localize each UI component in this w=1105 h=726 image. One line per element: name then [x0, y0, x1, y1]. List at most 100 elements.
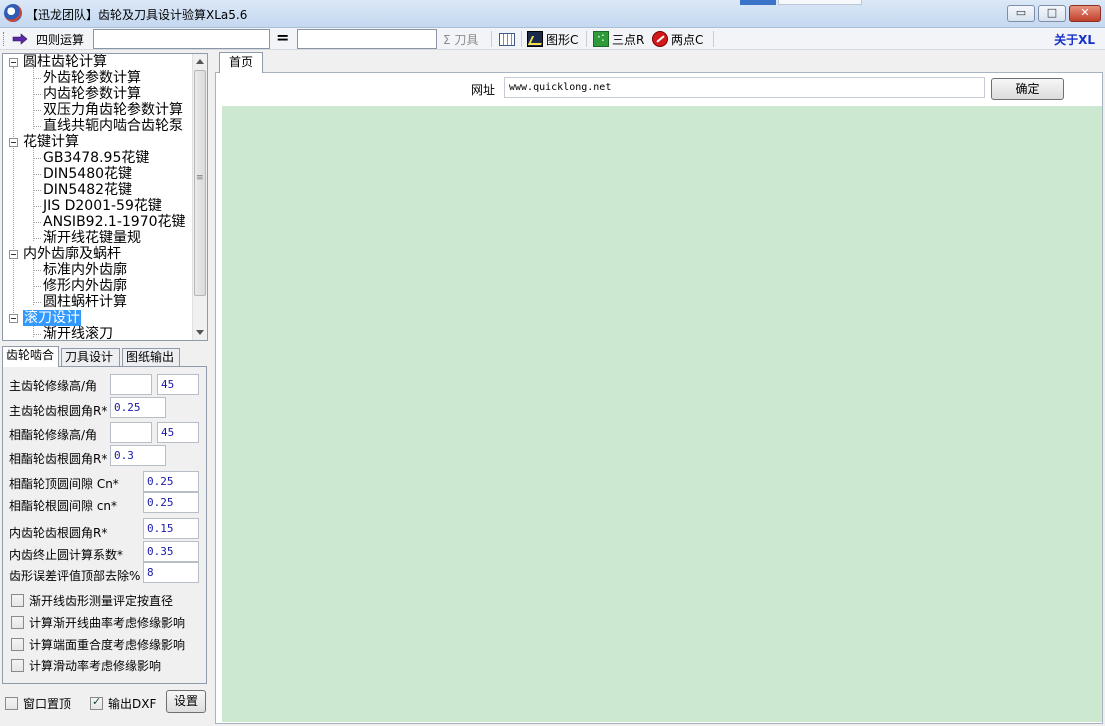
tree-line [33, 174, 41, 175]
checkbox-box[interactable] [5, 697, 18, 710]
inner-root-label: 内齿轮齿根圆角R* [9, 526, 108, 540]
tree-expander[interactable] [9, 138, 18, 147]
tree-line [33, 334, 41, 335]
tree-group-cylindrical-gear[interactable]: 圆柱齿轮计算 [23, 54, 107, 70]
checkbox-measure-by-diameter[interactable]: 渐开线齿形测量评定按直径 [11, 592, 173, 609]
tree-expander[interactable] [9, 58, 18, 67]
tree-content: 圆柱齿轮计算 外齿轮参数计算 内齿轮参数计算 双压力角齿轮参数计算 直线共轭内啮… [3, 54, 193, 340]
main-root-fillet-input[interactable] [110, 397, 166, 418]
result-input[interactable] [297, 29, 437, 49]
tree-item-modified-profile[interactable]: 修形内外齿廓 [43, 278, 127, 294]
tree-line [33, 259, 34, 305]
url-label: 网址 [471, 83, 496, 97]
profile-error-label: 齿形误差评值顶部去除% [9, 569, 141, 583]
title-bar: 【迅龙团队】齿轮及刀具设计验算XLa5.6 ▭ □ ✕ [0, 0, 1105, 28]
tree-line [33, 270, 41, 271]
three-point-icon [593, 30, 609, 47]
tree-item-ansib92[interactable]: ANSIB92.1-1970花键 [43, 214, 186, 230]
tree-group-hob-design[interactable]: 滚刀设计 [23, 310, 81, 326]
maximize-button[interactable]: □ [1038, 5, 1066, 22]
checkbox-box[interactable] [11, 659, 24, 672]
tree-item-gear-pump[interactable]: 直线共轭内啮合齿轮泵 [43, 118, 183, 134]
tree-group-spline[interactable]: 花键计算 [23, 134, 79, 150]
profile-error-input[interactable] [143, 562, 199, 583]
root-clearance-label: 相酯轮根圆间隙 cn* [9, 499, 118, 513]
tree-item-internal-gear[interactable]: 内齿轮参数计算 [43, 86, 141, 102]
mate-tip-label: 相酯轮修缘高/角 [9, 428, 98, 442]
tree-item-din5482[interactable]: DIN5482花键 [43, 182, 132, 198]
toolbar-grip[interactable] [3, 32, 6, 46]
tab-tool-design[interactable]: 刀具设计 [61, 348, 120, 366]
tree-line [33, 190, 41, 191]
expression-input[interactable] [93, 29, 270, 49]
mate-tip-height-input[interactable] [110, 422, 152, 443]
checkbox-box-checked[interactable] [90, 695, 103, 710]
two-point-button[interactable]: 两点C [652, 30, 703, 48]
tree-item-din5480[interactable]: DIN5480花键 [43, 166, 132, 182]
table-button[interactable] [499, 30, 515, 48]
taskbar-indicator-secondary [778, 0, 862, 5]
checkbox-window-topmost[interactable]: 窗口置顶 [5, 695, 71, 712]
graph-button[interactable]: 图形C [527, 30, 578, 48]
checkbox-box[interactable] [11, 594, 24, 607]
url-input[interactable] [504, 77, 985, 98]
tool-button[interactable]: Σ 刀具 [443, 31, 478, 48]
tab-home[interactable]: 首页 [219, 52, 263, 73]
scroll-down-icon[interactable] [196, 330, 204, 335]
tree-expander[interactable] [9, 250, 18, 259]
graph-icon [527, 31, 543, 47]
tree-line [33, 158, 41, 159]
settings-button[interactable]: 设置 [166, 690, 206, 713]
mate-root-fillet-input[interactable] [110, 445, 166, 466]
scroll-up-icon[interactable] [196, 59, 204, 64]
minimize-button[interactable]: ▭ [1007, 5, 1035, 22]
tree-item-standard-profile[interactable]: 标准内外齿廓 [43, 262, 127, 278]
confirm-button[interactable]: 确定 [991, 78, 1064, 100]
mate-tip-angle-input[interactable] [157, 422, 199, 443]
three-point-label: 三点R [612, 32, 645, 47]
tree-line [33, 302, 41, 303]
inner-stop-coef-input[interactable] [143, 541, 199, 562]
tree-line [33, 67, 34, 129]
tree-line [33, 110, 41, 111]
tree-item-external-gear[interactable]: 外齿轮参数计算 [43, 70, 141, 86]
tip-clearance-input[interactable] [143, 471, 199, 492]
tree-scrollbar[interactable] [192, 54, 207, 340]
taskbar-indicator [740, 0, 776, 5]
checkbox-box[interactable] [11, 638, 24, 651]
inner-stop-label: 内齿终止圆计算系数* [9, 548, 124, 562]
checkbox-contact-ratio-tip-relief[interactable]: 计算端面重合度考虑修缘影响 [11, 636, 185, 653]
tree-item-spline-gauge[interactable]: 渐开线花键量规 [43, 230, 141, 246]
checkbox-sliding-ratio-tip-relief[interactable]: 计算滑动率考虑修缘影响 [11, 657, 161, 674]
checkbox-curvature-tip-relief[interactable]: 计算渐开线曲率考虑修缘影响 [11, 614, 185, 631]
browser-view[interactable] [222, 106, 1102, 722]
three-point-button[interactable]: 三点R [593, 30, 644, 48]
main-tip-label: 主齿轮修缘高/角 [9, 379, 98, 393]
tree-expander[interactable] [9, 314, 18, 323]
tab-drawing-output[interactable]: 图纸输出 [122, 348, 180, 366]
main-tip-height-input[interactable] [110, 374, 152, 395]
window-title: 【迅龙团队】齿轮及刀具设计验算XLa5.6 [26, 8, 248, 22]
tree-item-involute-hob[interactable]: 渐开线滚刀 [43, 326, 113, 340]
arrow-right-icon[interactable] [12, 33, 28, 45]
root-clearance-input[interactable] [143, 492, 199, 513]
tree-item-gb3478[interactable]: GB3478.95花键 [43, 150, 149, 166]
equals-sign: = [276, 28, 290, 47]
app-icon[interactable] [4, 4, 22, 22]
about-button[interactable]: 关于XL [1054, 31, 1095, 48]
scroll-thumb[interactable] [194, 70, 206, 296]
main-tip-angle-input[interactable] [157, 374, 199, 395]
calc-label[interactable]: 四则运算 [36, 31, 84, 48]
tree-item-worm-calc[interactable]: 圆柱蜗杆计算 [43, 294, 127, 310]
tip-clearance-label: 相酯轮顶圆间隙 Cn* [9, 477, 119, 491]
tab-gear-mesh[interactable]: 齿轮啮合 [2, 346, 59, 367]
close-button[interactable]: ✕ [1069, 5, 1101, 22]
checkbox-box[interactable] [11, 616, 24, 629]
tree-line [33, 147, 34, 241]
tree-line [33, 78, 41, 79]
inner-root-fillet-input[interactable] [143, 518, 199, 539]
tree-item-jis-d2001[interactable]: JIS D2001-59花键 [43, 198, 162, 214]
tree-item-dual-pressure-angle[interactable]: 双压力角齿轮参数计算 [43, 102, 183, 118]
tree-group-profile-worm[interactable]: 内外齿廓及蜗杆 [23, 246, 121, 262]
checkbox-output-dxf[interactable]: 输出DXF [90, 695, 156, 712]
